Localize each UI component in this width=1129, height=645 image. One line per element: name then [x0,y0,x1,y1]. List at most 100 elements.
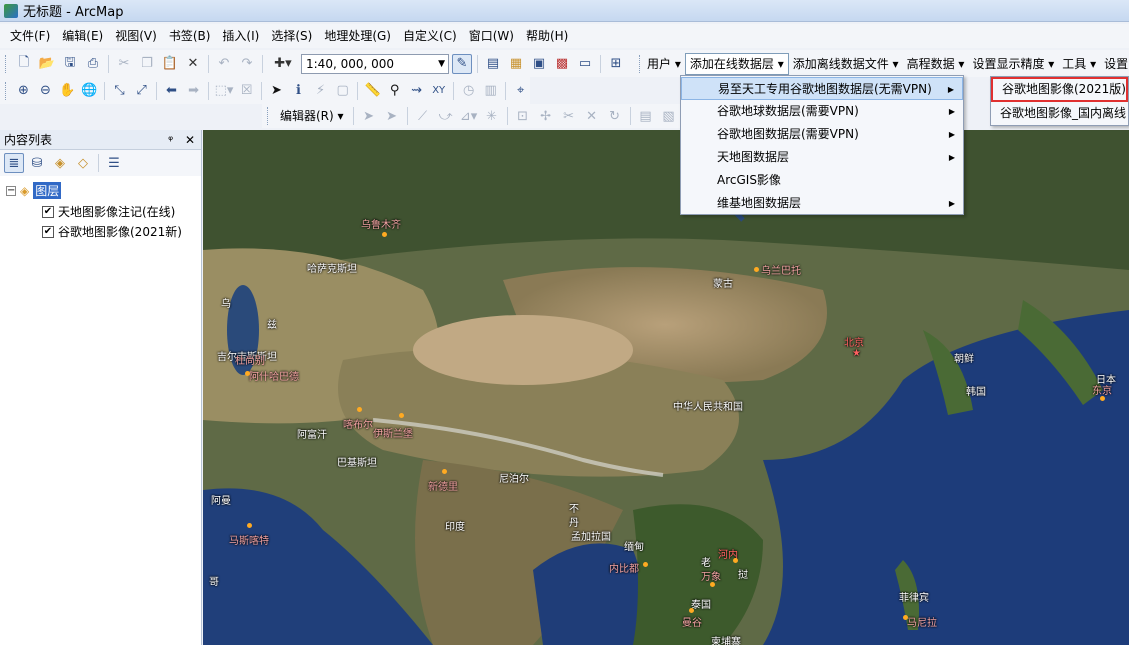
chevron-down-icon[interactable]: ▼ [438,59,445,69]
add-data-icon[interactable]: ✚▾ [268,54,298,74]
select-elements-arrow-icon[interactable]: ➤ [267,81,286,101]
redo-icon[interactable]: ↷ [237,54,257,74]
menu-item-wiki-maps[interactable]: 维基地图数据层 ▶ [681,192,963,215]
edit-annotation-icon[interactable]: ➤ [382,106,402,126]
full-extent-icon[interactable]: 🌐 [80,81,99,101]
identify-info-icon[interactable]: ℹ [289,81,308,101]
cut-icon[interactable]: ✂ [114,54,134,74]
layer-item[interactable]: ✔ 谷歌地图影像(2021新) [42,223,182,240]
editor-menu-dropdown[interactable]: 编辑器(R) ▾ [276,106,348,126]
find-binoculars-icon[interactable]: ⚲ [385,81,404,101]
layer-label[interactable]: 天地图影像注记(在线) [58,203,175,220]
catalog-icon[interactable]: ▦ [506,54,526,74]
menu-geoprocessing[interactable]: 地理处理(G) [318,25,397,47]
clear-selection-icon[interactable]: ☒ [237,81,256,101]
paste-icon[interactable]: 📋 [160,54,180,74]
layer-visibility-checkbox[interactable]: ✔ [42,225,54,238]
menu-file[interactable]: 文件(F) [4,25,56,47]
split-icon[interactable]: ✕ [582,106,602,126]
attributes-icon[interactable]: ▤ [636,106,656,126]
menu-windows[interactable]: 窗口(W) [463,25,520,47]
menu-item-yizhitiangong-google[interactable]: 易至天工专用谷歌地图数据层(无需VPN) ▶ [681,77,963,100]
fixed-zoom-out-icon[interactable]: ⤢ [132,81,151,101]
edit-vertices-icon[interactable]: ⊡ [513,106,533,126]
toolbar-grip[interactable] [267,107,270,125]
layers-root[interactable]: − ◈ 图层 [6,182,62,199]
save-icon[interactable]: 🖫 [60,54,80,74]
search-window-icon[interactable]: ▣ [529,54,549,74]
model-builder-icon[interactable]: ⊞ [606,54,626,74]
pin-icon[interactable]: ᵠ [168,133,173,147]
editor-toolbar-icon[interactable]: ✎ [452,53,472,74]
python-window-icon[interactable]: ▭ [575,54,595,74]
submenu-item-google-2021[interactable]: 谷歌地图影像(2021版) [991,77,1128,102]
menu-item-tianditu[interactable]: 天地图数据层 ▶ [681,146,963,169]
toolbar-grip[interactable] [5,81,8,100]
hyperlink-icon[interactable]: ⚡ [311,81,330,101]
fixed-zoom-in-icon[interactable]: ⤡ [110,81,129,101]
list-by-visibility-icon[interactable]: ◈ [50,153,70,173]
map-view[interactable]: 乌鲁木齐 哈萨克斯坦 蒙古 乌兰巴托 乌 兹 吉尔吉斯斯坦 杜尚别 阿什哈巴德 … [203,130,1129,645]
tools-dropdown[interactable]: 工具 ▾ [1058,54,1100,74]
menu-item-arcgis-imagery[interactable]: ArcGIS影像 [681,169,963,192]
menu-help[interactable]: 帮助(H) [520,25,574,47]
list-by-source-icon[interactable]: ⛁ [27,153,47,173]
delete-icon[interactable]: ✕ [183,54,203,74]
layer-item[interactable]: ✔ 天地图影像注记(在线) [42,203,175,220]
go-to-xy-icon[interactable]: XY [429,81,448,101]
menu-selection[interactable]: 选择(S) [265,25,318,47]
new-document-icon[interactable]: 🗋 [14,54,34,74]
open-folder-icon[interactable]: 📂 [37,54,57,74]
go-forward-arrow-icon[interactable]: ➡ [184,81,203,101]
layer-label[interactable]: 谷歌地图影像(2021新) [58,223,182,240]
edit-tool-icon[interactable]: ➤ [359,106,379,126]
close-icon[interactable]: ✕ [185,133,195,147]
elevation-data-dropdown[interactable]: 高程数据 ▾ [903,54,969,74]
print-icon[interactable]: ⎙ [83,54,103,74]
layers-root-label[interactable]: 图层 [33,182,62,199]
find-route-icon[interactable]: ⇝ [407,81,426,101]
settings-dropdown[interactable]: 设置 ▾ [1100,54,1129,74]
menu-view[interactable]: 视图(V) [109,25,163,47]
cut-polygons-icon[interactable]: ✂ [559,106,579,126]
menu-item-google-earth[interactable]: 谷歌地球数据层(需要VPN) ▶ [681,100,963,123]
undo-icon[interactable]: ↶ [214,54,234,74]
toolbar-grip[interactable] [5,54,8,73]
collapse-icon[interactable]: − [6,185,16,196]
menu-customize[interactable]: 自定义(C) [397,25,463,47]
add-offline-data-dropdown[interactable]: 添加离线数据文件 ▾ [789,54,903,74]
measure-ruler-icon[interactable]: 📏 [363,81,382,101]
table-of-contents-icon[interactable]: ▤ [483,54,503,74]
map-scale-combo[interactable]: 1:40, 000, 000 ▼ [301,53,449,74]
sketch-properties-icon[interactable]: ▧ [659,106,679,126]
arctoolbox-icon[interactable]: ▩ [552,54,572,74]
menu-bookmarks[interactable]: 书签(B) [163,25,217,47]
zoom-out-icon[interactable]: ⊖ [36,81,55,101]
add-online-data-dropdown[interactable]: 添加在线数据层 ▾ [684,52,789,75]
toolbar-grip[interactable] [639,54,640,73]
display-precision-dropdown[interactable]: 设置显示精度 ▾ [968,54,1058,74]
copy-icon[interactable]: ❐ [137,54,157,74]
create-viewer-icon[interactable]: ⌖ [511,81,530,101]
menu-item-google-maps[interactable]: 谷歌地图数据层(需要VPN) ▶ [681,123,963,146]
point-icon[interactable]: ✳ [482,106,502,126]
list-by-drawing-order-icon[interactable]: ≣ [4,153,24,173]
reshape-icon[interactable]: ✢ [536,106,556,126]
user-dropdown[interactable]: 用户 ▾ [643,54,685,74]
straight-segment-icon[interactable]: ⟋ [413,106,433,126]
endpoint-arc-icon[interactable]: ⤻ [436,106,456,126]
options-icon[interactable]: ☰ [104,153,124,173]
go-back-arrow-icon[interactable]: ⬅ [162,81,181,101]
menu-insert[interactable]: 插入(I) [216,25,265,47]
list-by-selection-icon[interactable]: ◇ [73,153,93,173]
submenu-item-google-offline[interactable]: 谷歌地图影像_国内离线 [991,102,1128,125]
rotate-icon[interactable]: ↻ [605,106,625,126]
time-slider-icon[interactable]: ◷ [459,81,478,101]
html-popup-icon[interactable]: ▢ [333,81,352,101]
zoom-in-icon[interactable]: ⊕ [14,81,33,101]
select-features-icon[interactable]: ⬚▾ [214,81,234,101]
menu-edit[interactable]: 编辑(E) [56,25,109,47]
layer-visibility-checkbox[interactable]: ✔ [42,205,54,218]
pan-hand-icon[interactable]: ✋ [58,81,77,101]
trace-icon[interactable]: ⊿▾ [459,106,479,126]
